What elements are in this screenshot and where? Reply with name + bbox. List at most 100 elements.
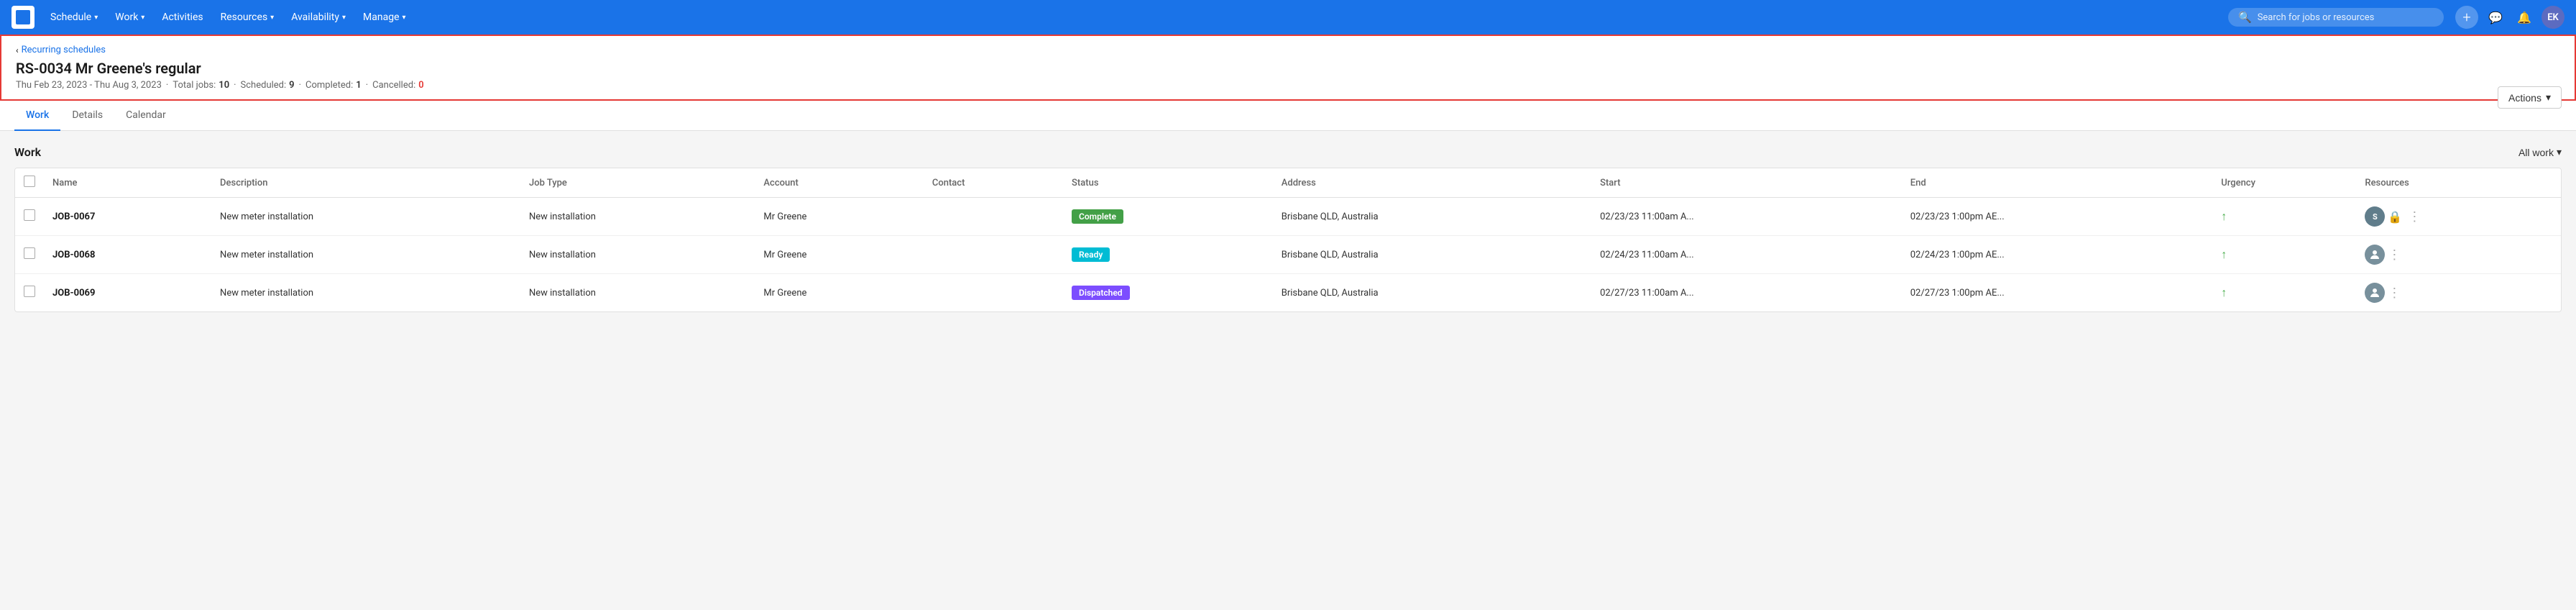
notifications-button[interactable]: 🔔 — [2513, 6, 2536, 29]
col-address: Address — [1273, 168, 1591, 198]
job-urgency: ↑ — [2212, 274, 2356, 312]
total-jobs-label: Total jobs: — [172, 80, 216, 91]
nav-availability[interactable]: Availability ▾ — [284, 7, 353, 27]
job-start: 02/24/23 11:00am A... — [1591, 236, 1902, 274]
col-account: Account — [755, 168, 923, 198]
resource-avatar[interactable] — [2365, 283, 2385, 303]
table-row: JOB-0067 New meter installation New inst… — [15, 198, 2561, 236]
job-account: Mr Greene — [755, 274, 923, 312]
row-menu-icon[interactable]: ⋮ — [2408, 209, 2421, 224]
col-urgency: Urgency — [2212, 168, 2356, 198]
job-account: Mr Greene — [755, 198, 923, 236]
completed-value: 1 — [356, 80, 361, 91]
total-jobs-value: 10 — [218, 80, 229, 91]
nav-activities[interactable]: Activities — [155, 7, 210, 27]
row-menu-icon[interactable]: ⋮ — [2388, 286, 2401, 301]
resources-chevron-icon: ▾ — [270, 14, 274, 22]
job-account: Mr Greene — [755, 236, 923, 274]
job-status: Ready — [1063, 236, 1273, 274]
table-row: JOB-0069 New meter installation New inst… — [15, 274, 2561, 312]
messages-button[interactable]: 💬 — [2484, 6, 2507, 29]
col-name: Name — [44, 168, 211, 198]
job-type: New installation — [520, 274, 755, 312]
job-name[interactable]: JOB-0067 — [44, 198, 211, 236]
job-description: New meter installation — [211, 274, 520, 312]
job-description: New meter installation — [211, 236, 520, 274]
date-range: Thu Feb 23, 2023 - Thu Aug 3, 2023 — [16, 80, 162, 91]
resource-avatar[interactable]: S — [2365, 206, 2385, 227]
job-type: New installation — [520, 198, 755, 236]
urgency-icon: ↑ — [2221, 286, 2227, 299]
page-title: RS-0034 Mr Greene's regular — [16, 60, 2560, 77]
tab-work[interactable]: Work — [14, 101, 60, 131]
job-urgency: ↑ — [2212, 198, 2356, 236]
tab-calendar[interactable]: Calendar — [114, 101, 178, 131]
job-type: New installation — [520, 236, 755, 274]
schedule-chevron-icon: ▾ — [94, 14, 98, 22]
actions-wrap: Actions ▾ — [2498, 86, 2562, 109]
col-description: Description — [211, 168, 520, 198]
col-contact: Contact — [924, 168, 1063, 198]
search-placeholder: Search for jobs or resources — [2258, 12, 2375, 23]
resource-avatar[interactable] — [2365, 245, 2385, 265]
col-resources: Resources — [2356, 168, 2561, 198]
job-name[interactable]: JOB-0068 — [44, 236, 211, 274]
row-menu-icon[interactable]: ⋮ — [2388, 247, 2401, 263]
availability-chevron-icon: ▾ — [342, 14, 346, 22]
jobs-table: Name Description Job Type Account Contac… — [15, 168, 2561, 311]
col-status: Status — [1063, 168, 1273, 198]
search-bar[interactable]: 🔍 Search for jobs or resources — [2228, 8, 2444, 27]
lock-icon: 🔒 — [2388, 210, 2402, 224]
status-badge: Dispatched — [1072, 286, 1130, 300]
nav-work[interactable]: Work ▾ — [108, 7, 152, 27]
urgency-icon: ↑ — [2221, 209, 2227, 223]
nav-schedule[interactable]: Schedule ▾ — [43, 7, 105, 27]
actions-button[interactable]: Actions ▾ — [2498, 86, 2562, 109]
topnav: Schedule ▾ Work ▾ Activities Resources ▾… — [0, 0, 2576, 35]
job-start: 02/23/23 11:00am A... — [1591, 198, 1902, 236]
actions-chevron-icon: ▾ — [2546, 91, 2551, 104]
job-name[interactable]: JOB-0069 — [44, 274, 211, 312]
job-description: New meter installation — [211, 198, 520, 236]
col-job-type: Job Type — [520, 168, 755, 198]
scheduled-value: 9 — [289, 80, 294, 91]
tabs-bar: Work Details Calendar — [0, 101, 2576, 131]
row-checkbox[interactable] — [24, 286, 35, 297]
job-contact — [924, 274, 1063, 312]
all-work-chevron-icon: ▾ — [2557, 146, 2562, 158]
urgency-icon: ↑ — [2221, 247, 2227, 261]
cancelled-label: Cancelled: — [372, 80, 415, 91]
work-section-title: Work — [14, 145, 41, 159]
breadcrumb-chevron-icon: ‹ — [16, 45, 19, 55]
scheduled-label: Scheduled: — [241, 80, 287, 91]
select-all-checkbox[interactable] — [24, 176, 35, 187]
breadcrumb: ‹ Recurring schedules — [16, 45, 2560, 55]
row-checkbox[interactable] — [24, 247, 35, 259]
cancelled-value: 0 — [418, 80, 423, 91]
app-logo[interactable] — [12, 6, 34, 29]
col-checkbox — [15, 168, 44, 198]
user-avatar[interactable]: EK — [2542, 6, 2564, 29]
jobs-table-wrap: Name Description Job Type Account Contac… — [14, 168, 2562, 312]
job-end: 02/23/23 1:00pm AE... — [1902, 198, 2213, 236]
row-checkbox[interactable] — [24, 209, 35, 221]
tab-details[interactable]: Details — [60, 101, 114, 131]
job-resources: ⋮ — [2356, 274, 2561, 312]
breadcrumb-link[interactable]: Recurring schedules — [22, 45, 106, 55]
nav-resources[interactable]: Resources ▾ — [213, 7, 282, 27]
status-badge: Ready — [1072, 247, 1110, 262]
row-checkbox-cell — [15, 274, 44, 312]
search-icon: 🔍 — [2238, 11, 2252, 24]
job-resources: ⋮ — [2356, 236, 2561, 274]
completed-label: Completed: — [305, 80, 353, 91]
topnav-actions: + 💬 🔔 EK — [2455, 6, 2564, 29]
main-content: Work All work ▾ Name Description Job Typ… — [0, 131, 2576, 327]
row-checkbox-cell — [15, 236, 44, 274]
job-urgency: ↑ — [2212, 236, 2356, 274]
nav-manage[interactable]: Manage ▾ — [356, 7, 413, 27]
add-button[interactable]: + — [2455, 6, 2478, 29]
manage-chevron-icon: ▾ — [402, 14, 406, 22]
job-end: 02/24/23 1:00pm AE... — [1902, 236, 2213, 274]
job-contact — [924, 236, 1063, 274]
all-work-filter[interactable]: All work ▾ — [2518, 146, 2562, 158]
